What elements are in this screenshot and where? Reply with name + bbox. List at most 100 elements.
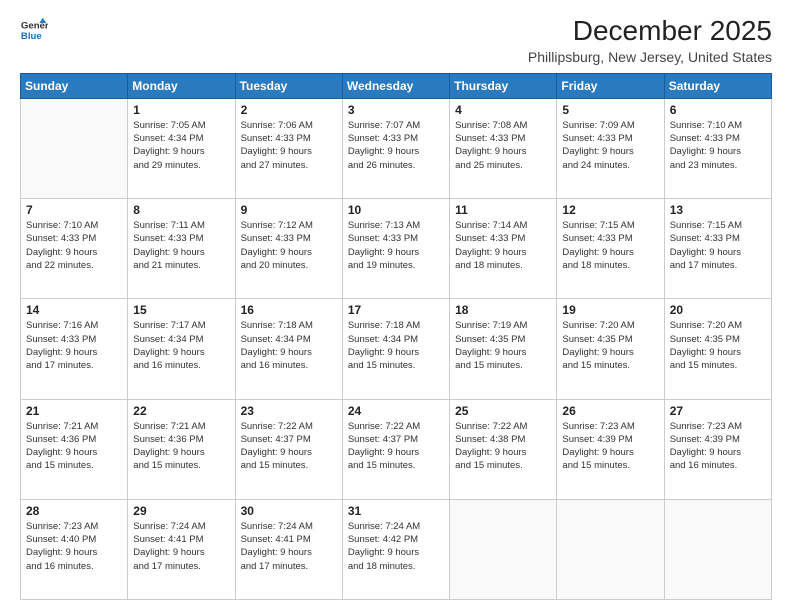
calendar-header-row: Sunday Monday Tuesday Wednesday Thursday…: [21, 73, 772, 98]
header: General Blue December 2025 Phillipsburg,…: [20, 16, 772, 65]
day-info: Sunrise: 7:16 AMSunset: 4:33 PMDaylight:…: [26, 319, 122, 372]
page: General Blue December 2025 Phillipsburg,…: [0, 0, 792, 612]
calendar-week-1: 1 Sunrise: 7:05 AMSunset: 4:34 PMDaylight…: [21, 98, 772, 198]
calendar-cell: 8Sunrise: 7:11 AMSunset: 4:33 PMDaylight…: [128, 199, 235, 299]
calendar-cell: 16 Sunrise: 7:18 AMSunset: 4:34 PMDayligh…: [235, 299, 342, 399]
day-info: Sunrise: 7:15 AMSunset: 4:33 PMDaylight:…: [670, 219, 766, 272]
day-info: Sunrise: 7:22 AMSunset: 4:38 PMDaylight:…: [455, 420, 551, 473]
calendar-cell: 19 Sunrise: 7:20 AMSunset: 4:35 PMDayligh…: [557, 299, 664, 399]
day-info: Sunrise: 7:22 AMSunset: 4:37 PMDaylight:…: [348, 420, 444, 473]
calendar-cell: 21 Sunrise: 7:21 AMSunset: 4:36 PMDayligh…: [21, 399, 128, 499]
day-number: 21: [26, 404, 122, 418]
day-info: Sunrise: 7:24 AMSunset: 4:42 PMDaylight:…: [348, 520, 444, 573]
day-info: Sunrise: 7:06 AMSunset: 4:33 PMDaylight:…: [241, 119, 337, 172]
header-monday: Monday: [128, 73, 235, 98]
day-info: Sunrise: 7:23 AMSunset: 4:39 PMDaylight:…: [562, 420, 658, 473]
day-number: 26: [562, 404, 658, 418]
calendar-cell: 18Sunrise: 7:19 AMSunset: 4:35 PMDayligh…: [450, 299, 557, 399]
main-title: December 2025: [528, 16, 772, 47]
day-number: 19: [562, 303, 658, 317]
calendar-cell: 26 Sunrise: 7:23 AMSunset: 4:39 PMDayligh…: [557, 399, 664, 499]
calendar-cell: 15Sunrise: 7:17 AMSunset: 4:34 PMDayligh…: [128, 299, 235, 399]
day-number: 12: [562, 203, 658, 217]
calendar-cell: 24 Sunrise: 7:22 AMSunset: 4:37 PMDayligh…: [342, 399, 449, 499]
header-tuesday: Tuesday: [235, 73, 342, 98]
day-number: 15: [133, 303, 229, 317]
calendar-cell: 6 Sunrise: 7:10 AMSunset: 4:33 PMDaylight…: [664, 98, 771, 198]
calendar-cell: 31 Sunrise: 7:24 AMSunset: 4:42 PMDayligh…: [342, 499, 449, 599]
day-number: 9: [241, 203, 337, 217]
day-number: 31: [348, 504, 444, 518]
day-info: Sunrise: 7:11 AMSunset: 4:33 PMDaylight:…: [133, 219, 229, 272]
day-number: 3: [348, 103, 444, 117]
day-info: Sunrise: 7:14 AMSunset: 4:33 PMDaylight:…: [455, 219, 551, 272]
day-info: Sunrise: 7:18 AMSunset: 4:34 PMDaylight:…: [241, 319, 337, 372]
day-number: 4: [455, 103, 551, 117]
day-number: 5: [562, 103, 658, 117]
calendar-cell: 17Sunrise: 7:18 AMSunset: 4:34 PMDayligh…: [342, 299, 449, 399]
day-number: 30: [241, 504, 337, 518]
calendar-cell: [450, 499, 557, 599]
calendar-cell: 30 Sunrise: 7:24 AMSunset: 4:41 PMDayligh…: [235, 499, 342, 599]
calendar-cell: 2 Sunrise: 7:06 AMSunset: 4:33 PMDaylight…: [235, 98, 342, 198]
calendar-cell: [557, 499, 664, 599]
day-number: 24: [348, 404, 444, 418]
calendar-cell: 23 Sunrise: 7:22 AMSunset: 4:37 PMDayligh…: [235, 399, 342, 499]
day-info: Sunrise: 7:23 AMSunset: 4:39 PMDaylight:…: [670, 420, 766, 473]
day-info: Sunrise: 7:24 AMSunset: 4:41 PMDaylight:…: [241, 520, 337, 573]
calendar-cell: 3 Sunrise: 7:07 AMSunset: 4:33 PMDaylight…: [342, 98, 449, 198]
calendar-cell: [664, 499, 771, 599]
calendar-week-2: 7Sunrise: 7:10 AMSunset: 4:33 PMDaylight…: [21, 199, 772, 299]
calendar-cell: 20Sunrise: 7:20 AMSunset: 4:35 PMDayligh…: [664, 299, 771, 399]
calendar-week-3: 14Sunrise: 7:16 AMSunset: 4:33 PMDayligh…: [21, 299, 772, 399]
day-number: 25: [455, 404, 551, 418]
calendar-cell: 12 Sunrise: 7:15 AMSunset: 4:33 PMDayligh…: [557, 199, 664, 299]
day-number: 6: [670, 103, 766, 117]
day-number: 13: [670, 203, 766, 217]
day-number: 11: [455, 203, 551, 217]
day-info: Sunrise: 7:21 AMSunset: 4:36 PMDaylight:…: [26, 420, 122, 473]
day-number: 22: [133, 404, 229, 418]
calendar-cell: 4 Sunrise: 7:08 AMSunset: 4:33 PMDaylight…: [450, 98, 557, 198]
day-info: Sunrise: 7:20 AMSunset: 4:35 PMDaylight:…: [562, 319, 658, 372]
calendar-cell: 22 Sunrise: 7:21 AMSunset: 4:36 PMDayligh…: [128, 399, 235, 499]
header-wednesday: Wednesday: [342, 73, 449, 98]
day-number: 29: [133, 504, 229, 518]
calendar-cell: 9 Sunrise: 7:12 AMSunset: 4:33 PMDaylight…: [235, 199, 342, 299]
logo-icon: General Blue: [20, 16, 48, 44]
day-info: Sunrise: 7:22 AMSunset: 4:37 PMDaylight:…: [241, 420, 337, 473]
calendar-cell: 28 Sunrise: 7:23 AMSunset: 4:40 PMDayligh…: [21, 499, 128, 599]
day-info: Sunrise: 7:07 AMSunset: 4:33 PMDaylight:…: [348, 119, 444, 172]
header-saturday: Saturday: [664, 73, 771, 98]
calendar-cell: 29 Sunrise: 7:24 AMSunset: 4:41 PMDayligh…: [128, 499, 235, 599]
day-info: Sunrise: 7:08 AMSunset: 4:33 PMDaylight:…: [455, 119, 551, 172]
day-number: 23: [241, 404, 337, 418]
calendar-week-4: 21 Sunrise: 7:21 AMSunset: 4:36 PMDayligh…: [21, 399, 772, 499]
header-friday: Friday: [557, 73, 664, 98]
calendar-cell: 5Sunrise: 7:09 AMSunset: 4:33 PMDaylight…: [557, 98, 664, 198]
day-number: 27: [670, 404, 766, 418]
day-number: 1: [133, 103, 229, 117]
day-info: Sunrise: 7:21 AMSunset: 4:36 PMDaylight:…: [133, 420, 229, 473]
day-number: 2: [241, 103, 337, 117]
logo: General Blue: [20, 16, 48, 44]
day-info: Sunrise: 7:19 AMSunset: 4:35 PMDaylight:…: [455, 319, 551, 372]
day-info: Sunrise: 7:10 AMSunset: 4:33 PMDaylight:…: [670, 119, 766, 172]
day-info: Sunrise: 7:12 AMSunset: 4:33 PMDaylight:…: [241, 219, 337, 272]
calendar-cell: 14Sunrise: 7:16 AMSunset: 4:33 PMDayligh…: [21, 299, 128, 399]
header-sunday: Sunday: [21, 73, 128, 98]
calendar-cell: [21, 98, 128, 198]
day-info: Sunrise: 7:15 AMSunset: 4:33 PMDaylight:…: [562, 219, 658, 272]
day-number: 28: [26, 504, 122, 518]
day-info: Sunrise: 7:05 AMSunset: 4:34 PMDaylight:…: [133, 119, 229, 172]
calendar-cell: 27 Sunrise: 7:23 AMSunset: 4:39 PMDayligh…: [664, 399, 771, 499]
calendar-cell: 13 Sunrise: 7:15 AMSunset: 4:33 PMDayligh…: [664, 199, 771, 299]
calendar-table: Sunday Monday Tuesday Wednesday Thursday…: [20, 73, 772, 600]
day-info: Sunrise: 7:24 AMSunset: 4:41 PMDaylight:…: [133, 520, 229, 573]
day-number: 17: [348, 303, 444, 317]
day-number: 16: [241, 303, 337, 317]
day-info: Sunrise: 7:23 AMSunset: 4:40 PMDaylight:…: [26, 520, 122, 573]
day-info: Sunrise: 7:10 AMSunset: 4:33 PMDaylight:…: [26, 219, 122, 272]
day-number: 10: [348, 203, 444, 217]
calendar-cell: 7Sunrise: 7:10 AMSunset: 4:33 PMDaylight…: [21, 199, 128, 299]
